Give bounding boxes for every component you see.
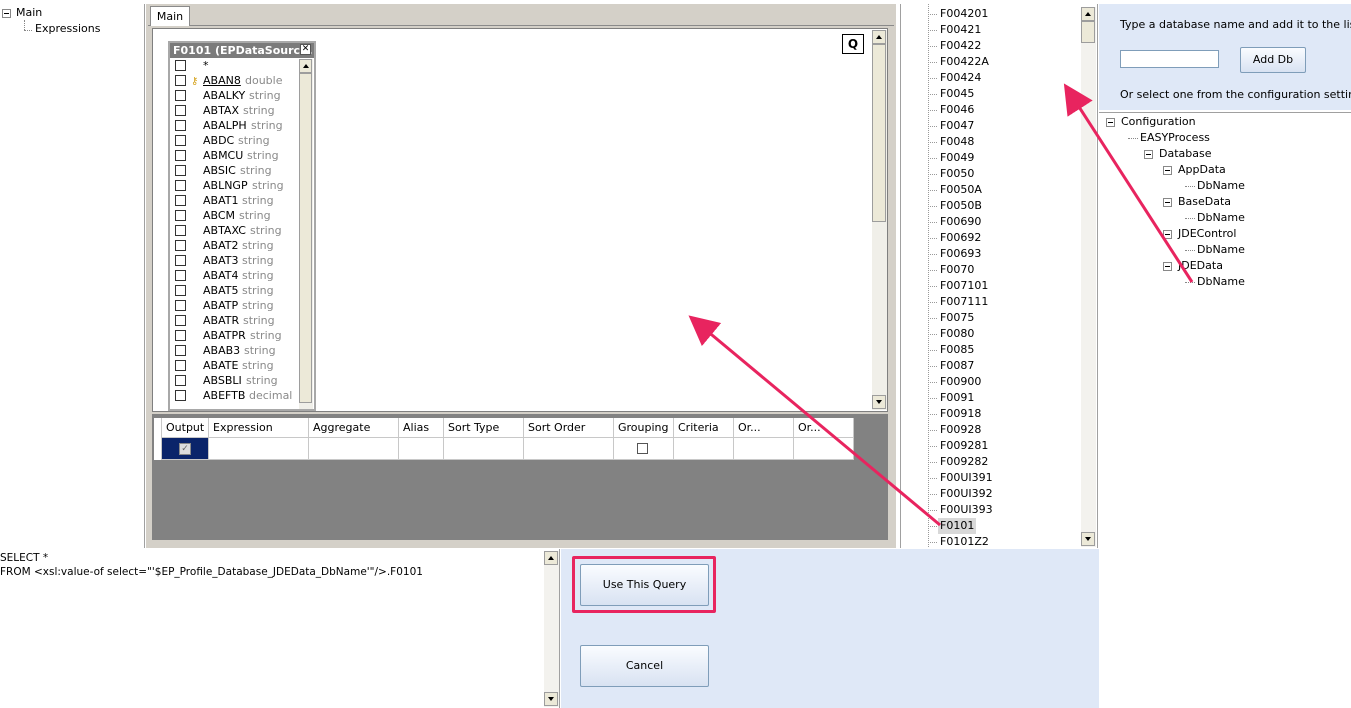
arrow-to-canvas: [688, 315, 941, 527]
annotation-arrows: [688, 83, 1194, 527]
arrow-to-db-panel: [1063, 83, 1194, 283]
